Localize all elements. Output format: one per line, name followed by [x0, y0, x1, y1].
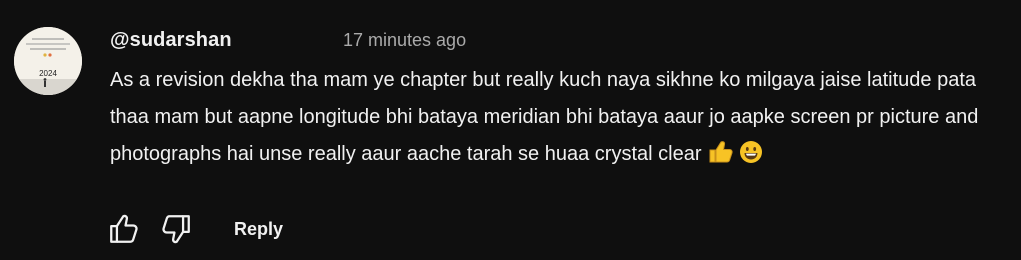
comment-actions: Reply [104, 209, 283, 249]
like-button[interactable] [104, 209, 144, 249]
thumbs-up-emoji [707, 140, 734, 177]
avatar-caption: 2024 [39, 69, 57, 78]
avatar-image: 2024 [14, 27, 82, 95]
dislike-button[interactable] [156, 209, 196, 249]
comment-author[interactable]: @sudarshan [110, 29, 232, 52]
comment-text: As a revision dekha tha mam ye chapter b… [110, 69, 979, 165]
comment-body: As a revision dekha tha mam ye chapter b… [110, 62, 990, 177]
avatar[interactable]: 2024 [14, 27, 82, 95]
comment-timestamp[interactable]: 17 minutes ago [343, 30, 466, 51]
thumbs-down-outline-icon [162, 215, 190, 244]
thumbs-up-outline-icon [110, 214, 138, 243]
reply-button[interactable]: Reply [234, 219, 283, 240]
comment-thread: 2024 @sudarshan 17 minutes ago As a revi… [0, 0, 1021, 260]
grinning-face-emoji [739, 140, 763, 177]
